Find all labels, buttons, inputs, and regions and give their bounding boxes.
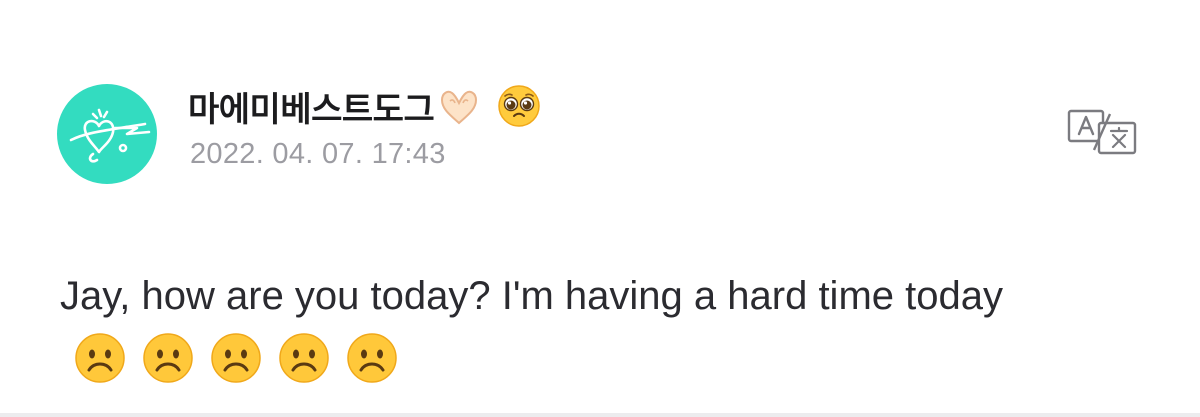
frowning-face-emoji-icon	[278, 332, 330, 384]
frowning-face-emoji-icon	[210, 332, 262, 384]
sad-emoji-row	[74, 332, 398, 384]
frowning-face-emoji-icon	[74, 332, 126, 384]
message-body: Jay, how are you today? I'm having a har…	[60, 264, 1160, 392]
translate-button[interactable]	[1066, 108, 1138, 156]
pleading-face-emoji-icon	[496, 83, 542, 129]
message-text: Jay, how are you today? I'm having a har…	[60, 274, 1003, 318]
avatar[interactable]	[57, 84, 157, 184]
divider	[0, 413, 1200, 417]
author-name[interactable]: 마에미베스트도그	[188, 82, 435, 131]
frowning-face-emoji-icon	[346, 332, 398, 384]
heart-hands-emoji-icon	[436, 83, 482, 129]
author-row: 마에미베스트도그	[188, 80, 542, 132]
frowning-face-emoji-icon	[142, 332, 194, 384]
post-timestamp: 2022. 04. 07. 17:43	[190, 138, 446, 170]
translate-icon	[1067, 109, 1137, 155]
avatar-logo-icon	[69, 108, 151, 163]
